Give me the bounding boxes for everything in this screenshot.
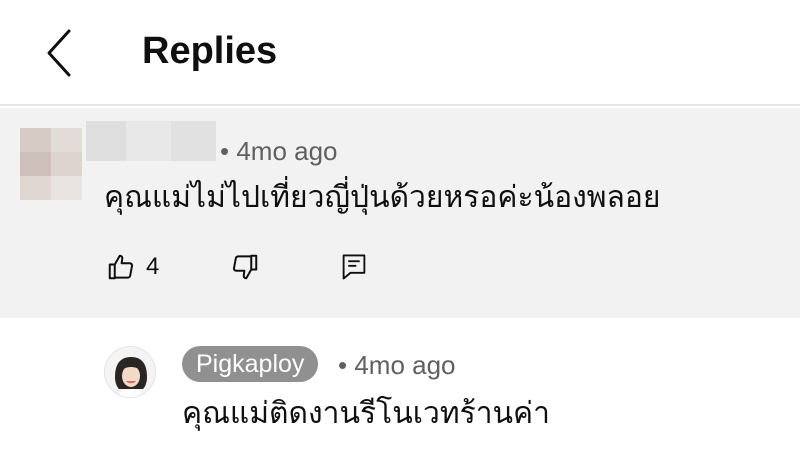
reply-text: คุณแม่ติดงานรีโนเวทร้านค่า — [182, 396, 550, 431]
comment-time: • 4mo ago — [220, 136, 338, 166]
back-button[interactable] — [38, 26, 82, 80]
thumbs-up-icon — [108, 254, 134, 280]
avatar — [20, 128, 82, 200]
thumbs-down-icon — [232, 254, 258, 280]
chevron-left-icon — [47, 29, 71, 77]
author-name-blurred — [86, 121, 216, 161]
author-badge[interactable]: Pigkaploy — [182, 346, 319, 382]
page-title: Replies — [142, 30, 278, 72]
dislike-button[interactable] — [230, 252, 260, 282]
like-button[interactable]: 4 — [106, 252, 159, 282]
avatar-image — [105, 347, 155, 397]
parent-comment: • 4mo ago คุณแม่ไม่ไปเที่ยวญี่ปุ่นด้วยหร… — [0, 108, 800, 318]
header: Replies — [0, 0, 800, 106]
reply-button[interactable] — [340, 252, 368, 282]
reply-time: • 4mo ago — [338, 350, 456, 380]
comment-icon — [342, 254, 366, 280]
like-count: 4 — [146, 253, 160, 280]
reply-avatar[interactable] — [104, 346, 156, 398]
comment-text: คุณแม่ไม่ไปเที่ยวญี่ปุ่นด้วยหรอค่ะน้องพล… — [104, 180, 661, 215]
